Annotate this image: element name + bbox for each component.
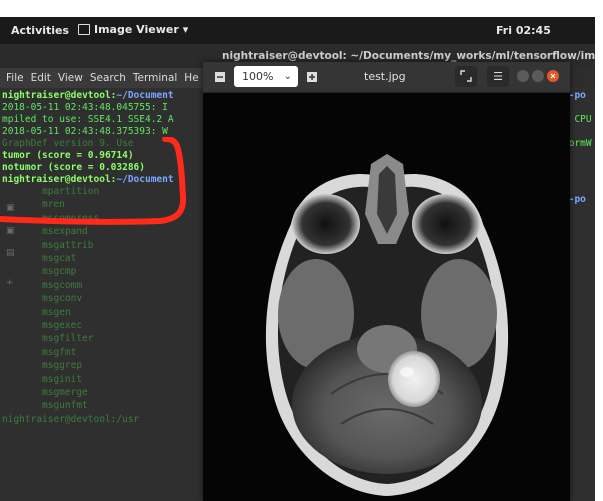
desktop-screen: Activities Image Viewer ▾ Fri 02:45 nigh…	[0, 17, 595, 501]
chevron-down-icon: ⌄	[283, 71, 292, 82]
image-viewer-headerbar[interactable]: 100% ⌄ test.jpg ☰	[203, 62, 570, 93]
menu-terminal[interactable]: Terminal	[133, 72, 177, 84]
minimize-button[interactable]	[517, 70, 529, 82]
terminal-line: nightraiser@devtool:~/Document	[2, 90, 174, 101]
command-list-item: msgen	[42, 306, 71, 318]
zoom-out-button[interactable]	[212, 69, 228, 85]
command-list-item: msgconv	[42, 293, 83, 305]
terminal-line: 2018-05-11 02:43:48.375393: W	[2, 126, 168, 137]
image-canvas[interactable]	[203, 93, 570, 501]
activities-button[interactable]: Activities	[11, 24, 69, 37]
command-list-item: msgexec	[42, 320, 83, 331]
clock[interactable]: Fri 02:45	[496, 24, 551, 37]
annotation-highlight	[0, 137, 187, 225]
command-list-item: msgmerge	[42, 387, 88, 398]
caret-down-icon: ▾	[182, 23, 189, 36]
mri-scan-image	[231, 154, 543, 501]
app-menu-label: Image Viewer	[94, 23, 179, 36]
minus-icon	[215, 72, 225, 82]
app-menu[interactable]: Image Viewer ▾	[78, 23, 188, 36]
maximize-button[interactable]	[532, 70, 544, 82]
hamburger-menu-button[interactable]: ☰	[487, 66, 509, 87]
command-list-item: msgfmt	[42, 346, 77, 358]
command-list-item: msgattrib	[42, 239, 94, 251]
command-list-item: msgcmp	[42, 266, 77, 278]
fullscreen-button[interactable]	[455, 66, 477, 87]
close-icon	[550, 73, 556, 79]
sidebar-ghost-item: ▤	[6, 248, 15, 258]
terminal-title: nightraiser@devtool: ~/Documents/my_work…	[222, 50, 595, 62]
command-list-item: msgunfmt	[42, 400, 88, 412]
plus-icon	[307, 72, 317, 82]
image-file-title: test.jpg	[364, 70, 406, 83]
gnome-top-bar: Activities Image Viewer ▾ Fri 02:45	[0, 17, 595, 44]
terminal-line: mpiled to use: SSE4.1 SSE4.2 A	[2, 114, 174, 125]
zoom-in-button[interactable]	[304, 69, 320, 85]
fullscreen-icon	[460, 70, 472, 82]
command-list-item: msginit	[42, 373, 83, 385]
menu-search[interactable]: Search	[90, 72, 126, 84]
zoom-level-select[interactable]: 100% ⌄	[234, 66, 298, 87]
command-list-item: msgcomm	[42, 279, 83, 291]
zoom-level-value: 100%	[242, 70, 274, 83]
menu-view[interactable]: View	[58, 72, 83, 84]
terminal-line: nightraiser@devtool:/usr	[2, 414, 140, 425]
menu-file[interactable]: File	[6, 72, 24, 84]
sidebar-ghost-item: +	[6, 278, 14, 288]
menu-edit[interactable]: Edit	[31, 72, 51, 84]
terminal-line: 2018-05-11 02:43:48.045755: I	[2, 102, 168, 113]
command-list-item: msgfilter	[42, 333, 94, 345]
command-list-item: msgcat	[42, 253, 77, 264]
terminal-menubar: File Edit View Search Terminal He	[0, 68, 215, 88]
menu-help[interactable]: He	[184, 72, 198, 84]
image-viewer-window[interactable]: 100% ⌄ test.jpg ☰	[203, 62, 570, 501]
image-viewer-icon	[78, 24, 90, 35]
close-button[interactable]	[547, 70, 559, 82]
command-list-item: msggrep	[42, 360, 83, 372]
hamburger-icon: ☰	[493, 70, 503, 83]
